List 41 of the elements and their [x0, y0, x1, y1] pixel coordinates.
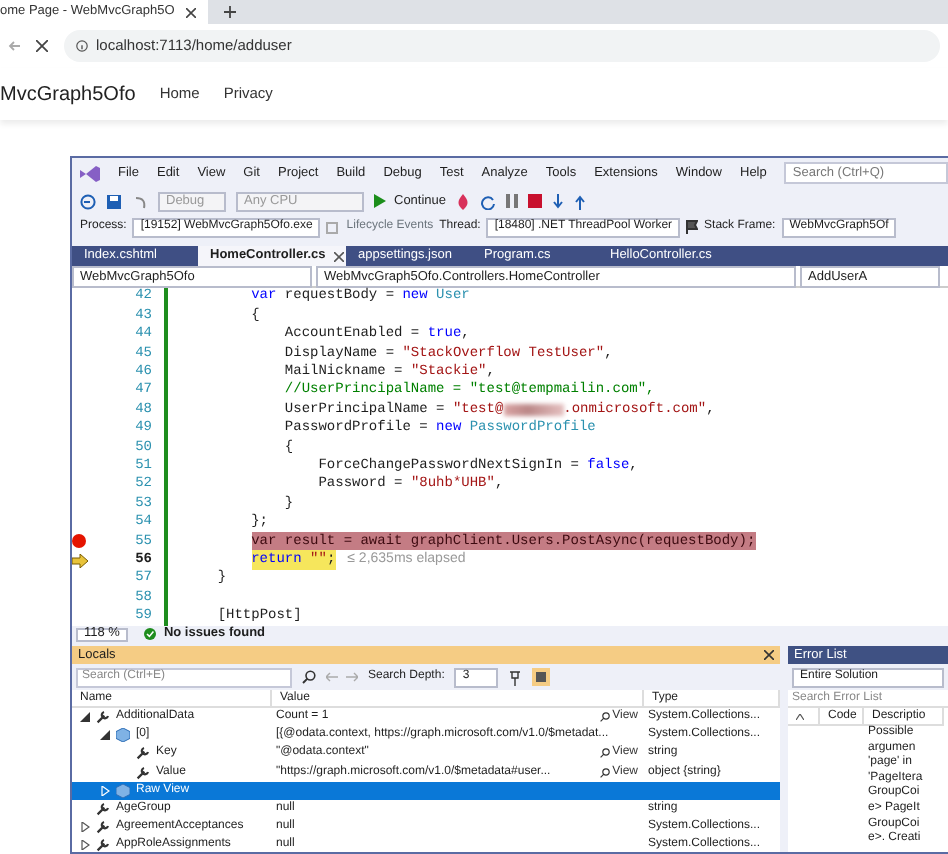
step-into-icon[interactable] [552, 193, 565, 209]
redaction-blur [503, 404, 564, 417]
restart-icon[interactable] [480, 193, 497, 209]
undo-icon[interactable] [132, 193, 148, 209]
flag-icon[interactable] [686, 220, 699, 234]
wrench-icon [136, 746, 150, 761]
wrench-icon [96, 838, 110, 852]
search-icon [600, 712, 611, 723]
close-icon[interactable] [764, 650, 774, 660]
wrench-icon [136, 765, 150, 780]
close-icon[interactable] [333, 251, 344, 261]
save-icon[interactable] [106, 193, 122, 209]
search-icon [600, 748, 611, 759]
expanded-arrow-icon[interactable] [80, 712, 90, 723]
stop-icon[interactable] [36, 40, 48, 52]
cube-icon [116, 783, 130, 798]
close-icon[interactable] [186, 7, 197, 17]
plus-icon[interactable] [224, 6, 237, 18]
step-out-icon[interactable] [574, 193, 587, 209]
sort-column-header[interactable] [788, 708, 820, 726]
play-icon [374, 194, 386, 208]
site-brand[interactable]: MvcGraph5Ofo [0, 79, 136, 109]
sort-icon [796, 713, 804, 719]
expanded-arrow-icon[interactable] [100, 730, 110, 741]
wrench-icon [96, 820, 110, 835]
back-circle-icon[interactable] [80, 193, 96, 209]
breakpoint-icon[interactable] [72, 534, 86, 549]
pin-icon[interactable] [508, 669, 523, 685]
flame-icon[interactable] [456, 193, 471, 209]
collapsed-arrow-icon[interactable] [80, 822, 90, 833]
search-icon [600, 767, 611, 778]
collapsed-arrow-icon[interactable] [80, 840, 90, 851]
arrows-icon [326, 672, 358, 682]
info-icon [76, 40, 88, 52]
logo-icon [80, 165, 100, 181]
cube-icon [116, 728, 130, 743]
wrench-icon [96, 710, 110, 725]
stop-icon[interactable] [528, 194, 543, 208]
wrench-icon [96, 802, 110, 817]
pause-icon[interactable] [506, 194, 519, 208]
search-icon[interactable] [302, 670, 316, 684]
